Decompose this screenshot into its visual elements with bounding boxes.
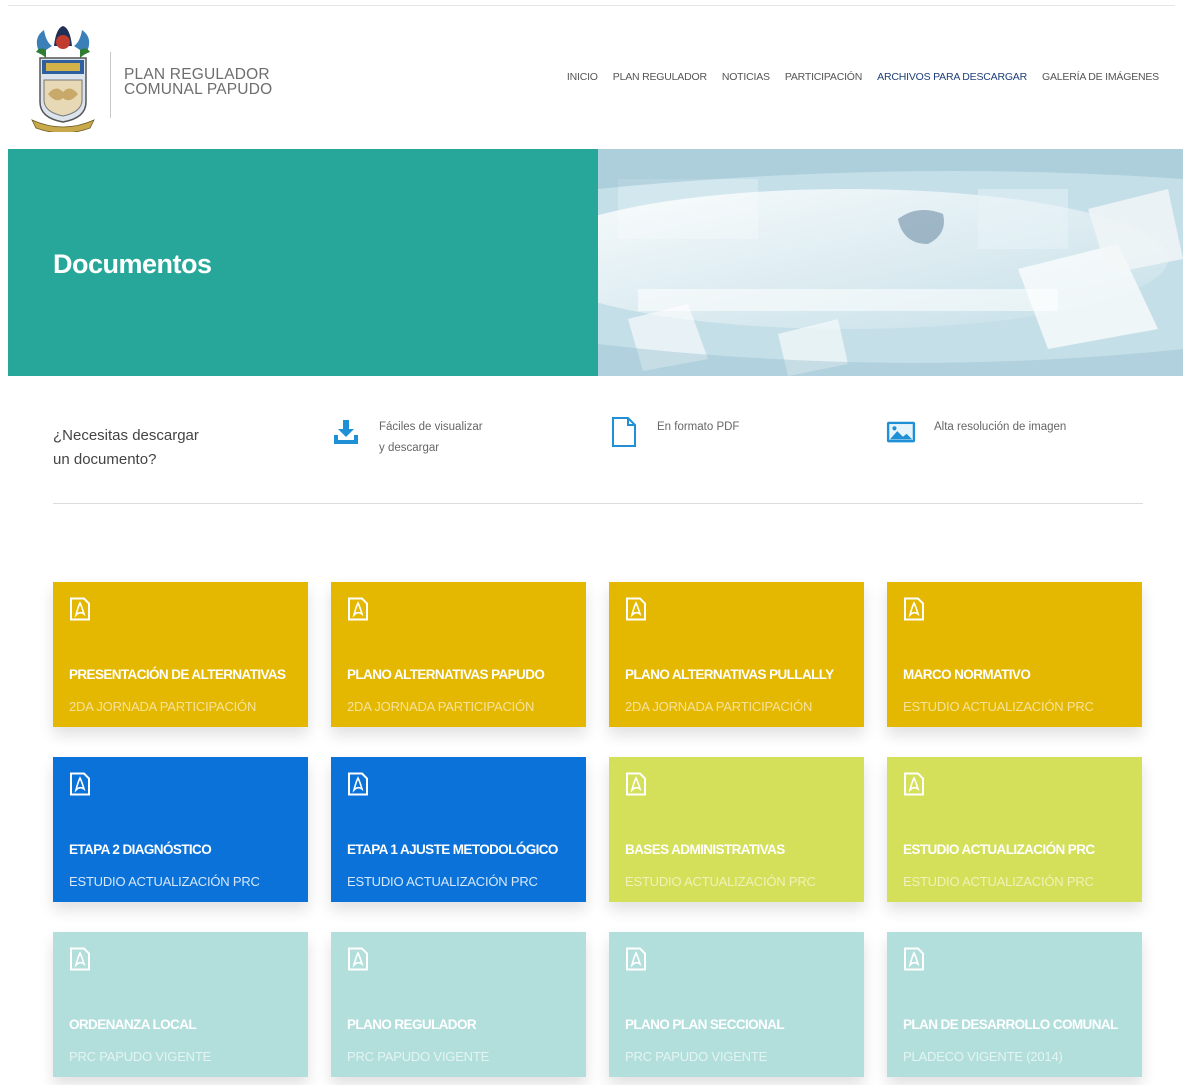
feature-easy-download-line-1: Fáciles de visualizar (379, 421, 483, 433)
pdf-icon (69, 947, 91, 971)
page-title: Documentos (53, 249, 212, 279)
pdf-icon (625, 597, 647, 621)
document-card[interactable]: ETAPA 1 AJUSTE METODOLÓGICO ESTUDIO ACTUA… (331, 757, 586, 902)
pdf-icon (347, 772, 369, 796)
pdf-icon (903, 772, 925, 796)
document-card-title: MARCO NORMATIVO (903, 667, 1031, 682)
logo-divider (110, 52, 111, 118)
document-card[interactable]: MARCO NORMATIVO ESTUDIO ACTUALIZACIÓN PRC (887, 582, 1142, 727)
nav-plan-regulador[interactable]: PLAN REGULADOR (613, 71, 707, 83)
image-icon (886, 417, 916, 447)
document-card-title: ESTUDIO ACTUALIZACIÓN PRC (903, 842, 1095, 857)
nav-galeria-de-imagenes[interactable]: GALERÍA DE IMÁGENES (1042, 71, 1159, 83)
nav-noticias[interactable]: NOTICIAS (722, 71, 770, 83)
document-card-subtitle: PRC PAPUDO VIGENTE (625, 1049, 768, 1064)
top-divider (8, 5, 1175, 6)
document-card-title: PLAN DE DESARROLLO COMUNAL (903, 1017, 1118, 1032)
nav-archivos-para-descargar[interactable]: ARCHIVOS PARA DESCARGAR (877, 71, 1027, 83)
feature-easy-download-text: Fáciles de visualizar y descargar (379, 417, 483, 459)
document-card-title: PLANO REGULADOR (347, 1017, 477, 1032)
brand-line-1: PLAN REGULADOR (124, 66, 270, 83)
info-section: ¿Necesitas descargar un documento? Fácil… (53, 400, 1143, 504)
document-card-title: ETAPA 2 DIAGNÓSTICO (69, 842, 212, 857)
pdf-icon (347, 947, 369, 971)
feature-easy-download: Fáciles de visualizar y descargar (331, 417, 483, 459)
document-card-subtitle: 2DA JORNADA PARTICIPACIÓN (347, 699, 535, 714)
document-card[interactable]: PLANO REGULADOR PRC PAPUDO VIGENTE (331, 932, 586, 1077)
document-card-title: ORDENANZA LOCAL (69, 1017, 197, 1032)
pdf-icon (625, 947, 647, 971)
nav-participacion[interactable]: PARTICIPACIÓN (785, 71, 863, 83)
question-line-1: ¿Necesitas descargar (53, 427, 199, 444)
document-card-subtitle: PRC PAPUDO VIGENTE (69, 1049, 212, 1064)
download-icon (331, 417, 361, 447)
document-card-subtitle: 2DA JORNADA PARTICIPACIÓN (625, 699, 813, 714)
document-card[interactable]: PLANO PLAN SECCIONAL PRC PAPUDO VIGENTE (609, 932, 864, 1077)
brand-line-2: COMUNAL PAPUDO (124, 81, 273, 98)
hero-image (598, 149, 1183, 376)
document-card[interactable]: ETAPA 2 DIAGNÓSTICO ESTUDIO ACTUALIZACIÓN… (53, 757, 308, 902)
document-card-subtitle: ESTUDIO ACTUALIZACIÓN PRC (625, 874, 816, 889)
document-card-subtitle: ESTUDIO ACTUALIZACIÓN PRC (69, 874, 260, 889)
feature-easy-download-line-2: y descargar (379, 442, 440, 454)
pdf-icon (903, 597, 925, 621)
hero-banner: Documentos (8, 149, 1183, 376)
main-nav: INICIO PLAN REGULADOR NOTICIAS PARTICIPA… (567, 71, 1159, 83)
pdf-icon (69, 772, 91, 796)
hero-image-artwork (598, 149, 1183, 376)
document-card-subtitle: ESTUDIO ACTUALIZACIÓN PRC (903, 699, 1094, 714)
document-card[interactable]: ORDENANZA LOCAL PRC PAPUDO VIGENTE (53, 932, 308, 1077)
pdf-icon (69, 597, 91, 621)
question-line-2: un documento? (53, 451, 157, 468)
hero-title-panel: Documentos (8, 149, 598, 376)
document-card-subtitle: ESTUDIO ACTUALIZACIÓN PRC (347, 874, 538, 889)
feature-high-resolution-text: Alta resolución de imagen (934, 417, 1066, 438)
feature-high-resolution-line-1: Alta resolución de imagen (934, 421, 1067, 433)
document-card-title: ETAPA 1 AJUSTE METODOLÓGICO (347, 842, 558, 857)
document-card-subtitle: PRC PAPUDO VIGENTE (347, 1049, 490, 1064)
document-card[interactable]: PRESENTACIÓN DE ALTERNATIVAS 2DA JORNADA … (53, 582, 308, 727)
document-card[interactable]: BASES ADMINISTRATIVAS ESTUDIO ACTUALIZACI… (609, 757, 864, 902)
feature-pdf-format-line-1: En formato PDF (657, 421, 740, 433)
site-brand[interactable]: PLAN REGULADOR COMUNAL PAPUDO (124, 66, 273, 98)
nav-inicio[interactable]: INICIO (567, 71, 598, 83)
pdf-icon (903, 947, 925, 971)
document-card[interactable]: PLANO ALTERNATIVAS PAPUDO 2DA JORNADA PAR… (331, 582, 586, 727)
pdf-icon (347, 597, 369, 621)
document-card-title: PLANO PLAN SECCIONAL (625, 1017, 785, 1032)
download-question: ¿Necesitas descargar un documento? (53, 424, 199, 472)
document-card-subtitle: ESTUDIO ACTUALIZACIÓN PRC (903, 874, 1094, 889)
feature-high-resolution: Alta resolución de imagen (886, 417, 1066, 447)
document-card[interactable]: ESTUDIO ACTUALIZACIÓN PRC ESTUDIO ACTUALI… (887, 757, 1142, 902)
document-card-title: PLANO ALTERNATIVAS PULLALLY (625, 667, 834, 682)
feature-pdf-format-text: En formato PDF (657, 417, 739, 438)
document-card-title: BASES ADMINISTRATIVAS (625, 842, 785, 857)
pdf-icon (625, 772, 647, 796)
papudo-coat-of-arms-logo[interactable] (26, 24, 100, 132)
document-card-title: PLANO ALTERNATIVAS PAPUDO (347, 667, 545, 682)
document-card[interactable]: PLANO ALTERNATIVAS PULLALLY 2DA JORNADA P… (609, 582, 864, 727)
feature-pdf-format: En formato PDF (609, 417, 739, 447)
document-card-subtitle: 2DA JORNADA PARTICIPACIÓN (69, 699, 257, 714)
file-icon (609, 417, 639, 447)
document-card[interactable]: PLAN DE DESARROLLO COMUNAL PLADECO VIGENT… (887, 932, 1142, 1077)
document-card-subtitle: PLADECO VIGENTE (2014) (903, 1049, 1063, 1064)
site-header: PLAN REGULADOR COMUNAL PAPUDO INICIO PLA… (0, 10, 1183, 140)
document-card-title: PRESENTACIÓN DE ALTERNATIVAS (69, 667, 286, 682)
